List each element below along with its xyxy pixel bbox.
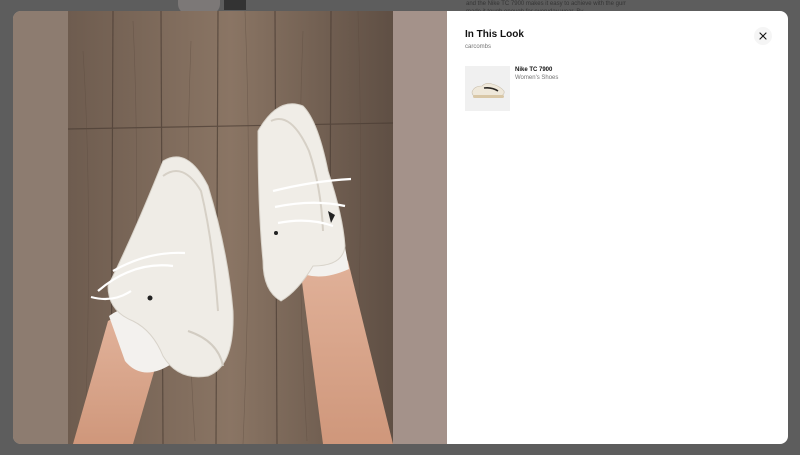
shoe-thumbnail-icon — [471, 82, 504, 98]
close-button[interactable] — [754, 27, 772, 45]
sneakers-photo — [13, 11, 447, 444]
product-list: Nike TC 7900 Women's Shoes — [465, 66, 788, 111]
username[interactable]: carcombs — [465, 44, 788, 50]
panel-title: In This Look — [465, 29, 524, 40]
product-name[interactable]: Nike TC 7900 — [515, 67, 558, 73]
look-details-panel: In This Look carcombs Nike TC 7900 Women… — [447, 11, 788, 444]
product-category: Women's Shoes — [515, 75, 559, 81]
product-card[interactable]: Nike TC 7900 Women's Shoes — [465, 66, 788, 111]
product-thumbnail[interactable] — [465, 66, 510, 111]
product-info: Nike TC 7900 Women's Shoes — [515, 66, 558, 81]
in-this-look-modal: In This Look carcombs Nike TC 7900 Women… — [13, 11, 788, 444]
look-photo — [13, 11, 447, 444]
close-icon — [759, 32, 767, 40]
